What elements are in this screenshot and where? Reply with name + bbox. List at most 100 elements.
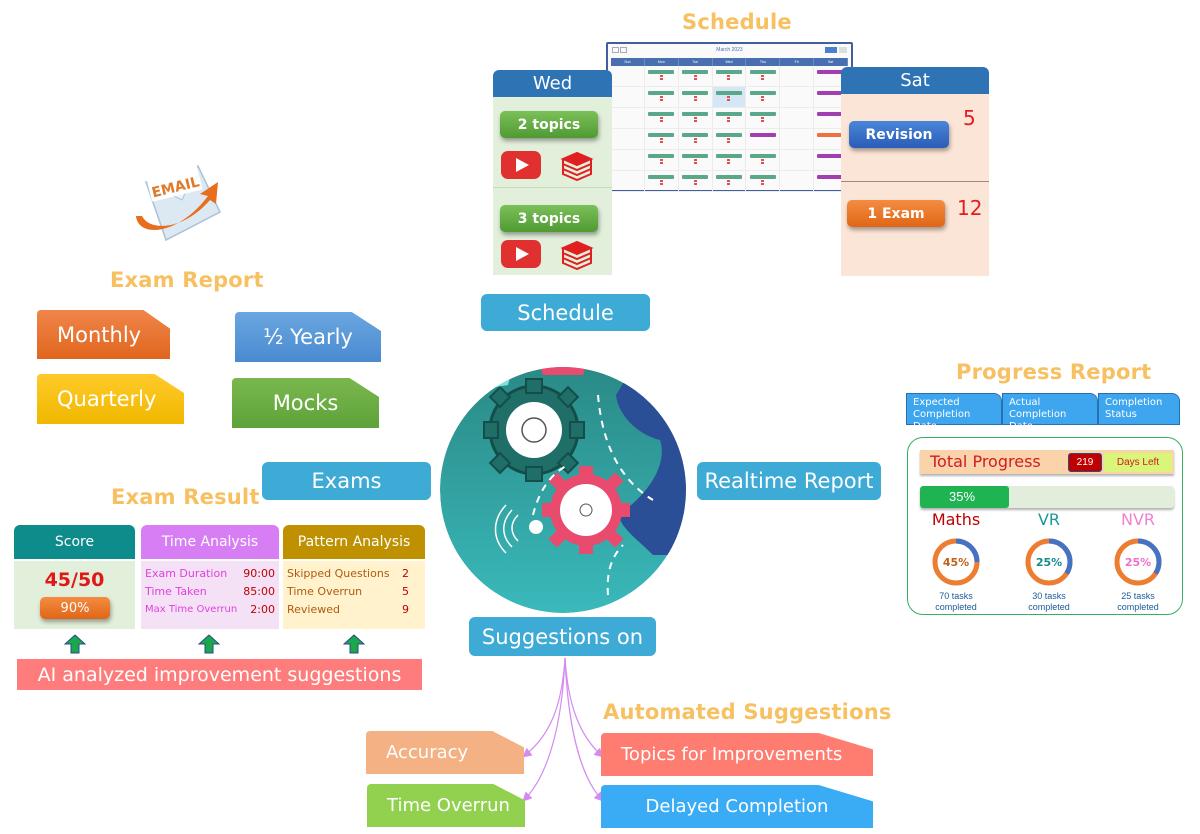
suggestion-topics-for-improvements[interactable]: Topics for Improvements [601,733,873,776]
calendar-event[interactable] [749,70,776,74]
exam-button[interactable]: 1 Exam [847,200,945,227]
calendar-view-switch[interactable] [825,47,847,53]
calendar-day-cell[interactable] [780,129,815,150]
calendar-day-cell[interactable] [611,108,645,129]
tab-expected-completion-date[interactable]: Expected Completion Date [906,393,1002,432]
calendar-event[interactable] [817,112,844,116]
suggestion-time-overrun[interactable]: Time Overrun [367,784,525,827]
progress-tabs: Expected Completion Date Actual Completi… [906,393,1180,432]
calendar-event[interactable] [715,91,743,95]
calendar-event[interactable] [681,91,709,95]
calendar-event[interactable] [681,70,709,74]
calendar-day-cell[interactable] [644,129,679,150]
schedule-pill[interactable]: Schedule [481,294,650,331]
calendar-event[interactable] [648,70,675,74]
calendar-event[interactable] [715,70,743,74]
calendar-day-cell[interactable] [611,150,645,171]
calendar-day-cell[interactable] [712,129,747,150]
calendar-day-cell[interactable] [746,150,781,171]
calendar-event[interactable] [715,175,743,179]
calendar-event[interactable] [681,175,709,179]
calendar-day-cell[interactable] [780,171,815,192]
calendar-day-cell[interactable] [611,87,645,108]
calendar-event[interactable] [715,112,743,116]
calendar-event[interactable] [681,154,709,158]
calendar-event[interactable] [817,175,844,179]
calendar-day-cell[interactable] [678,150,713,171]
calendar-day-cell[interactable] [644,108,679,129]
calendar-event[interactable] [648,112,675,116]
progress-ring: 25% [1114,538,1162,586]
topics-button[interactable]: 2 topics [500,111,598,138]
calendar-day-cell[interactable] [780,150,815,171]
calendar-day-cell[interactable] [746,108,781,129]
calendar-day-cell[interactable] [746,171,781,192]
report-tag-quarterly[interactable]: Quarterly [37,374,184,424]
calendar-day-cell[interactable] [712,66,747,87]
calendar-day-cell[interactable] [780,108,815,129]
calendar-nav[interactable] [612,47,627,53]
calendar-day-cell[interactable] [611,171,645,192]
calendar-day-cell[interactable] [644,150,679,171]
calendar-event[interactable] [749,133,776,137]
report-tag-mocks[interactable]: Mocks [232,378,379,428]
calendar-event-icon [727,99,731,101]
calendar-day-cell[interactable] [746,66,781,87]
calendar-event[interactable] [681,133,709,137]
calendar-event[interactable] [817,91,844,95]
list-view-button[interactable] [825,47,837,53]
tab-completion-status[interactable]: Completion Status [1098,393,1180,425]
calendar-day-cell[interactable] [712,171,747,192]
suggestion-accuracy[interactable]: Accuracy [366,731,524,774]
calendar-day-cell[interactable] [712,87,747,108]
calendar-day-cell[interactable] [780,87,815,108]
suggestion-delayed-completion[interactable]: Delayed Completion [601,785,873,828]
tab-actual-completion-date[interactable]: Actual Completion Date [1002,393,1098,432]
calendar-event[interactable] [817,133,844,137]
video-icon[interactable] [501,151,541,179]
calendar-event[interactable] [749,91,776,95]
report-tag-monthly[interactable]: Monthly [37,310,170,359]
calendar-event[interactable] [749,112,776,116]
books-icon[interactable] [560,149,594,181]
next-month-button[interactable] [620,47,627,53]
topics-button[interactable]: 3 topics [500,205,598,232]
calendar-day-cell[interactable] [746,129,781,150]
month-view-button[interactable] [839,47,847,53]
calendar-day-cell[interactable] [678,108,713,129]
calendar-day-cell[interactable] [678,171,713,192]
ai-suggestions-banner[interactable]: AI analyzed improvement suggestions [17,659,422,690]
calendar-day-cell[interactable] [644,66,679,87]
calendar-day-cell[interactable] [678,66,713,87]
calendar-event[interactable] [749,154,776,158]
calendar-day-cell[interactable] [611,66,645,87]
calendar-event[interactable] [681,112,709,116]
calendar-day-cell[interactable] [611,129,645,150]
calendar-day-cell[interactable] [678,129,713,150]
calendar-event[interactable] [817,154,844,158]
realtime-report-pill[interactable]: Realtime Report [697,462,881,500]
report-tag-half-yearly[interactable]: ½ Yearly [235,312,381,362]
calendar-day-cell[interactable] [746,87,781,108]
suggestions-on-pill[interactable]: Suggestions on [469,617,656,656]
calendar-event[interactable] [715,154,743,158]
calendar-event[interactable] [648,154,675,158]
books-icon[interactable] [560,238,594,270]
calendar-day-cell[interactable] [644,87,679,108]
calendar-event[interactable] [749,175,776,179]
days-left-value: 219 [1068,453,1102,472]
calendar-event[interactable] [715,133,743,137]
calendar-day-cell[interactable] [712,108,747,129]
revision-button[interactable]: Revision [849,121,949,148]
video-icon[interactable] [501,240,541,268]
calendar-day-cell[interactable] [712,150,747,171]
prev-month-button[interactable] [612,47,619,53]
calendar-day-cell[interactable] [678,87,713,108]
calendar-event[interactable] [648,133,675,137]
calendar-day-cell[interactable] [644,171,679,192]
calendar-event[interactable] [648,175,675,179]
calendar-event[interactable] [648,91,675,95]
calendar-day-cell[interactable] [780,66,815,87]
calendar-event[interactable] [817,70,844,74]
exams-pill[interactable]: Exams [262,462,431,500]
